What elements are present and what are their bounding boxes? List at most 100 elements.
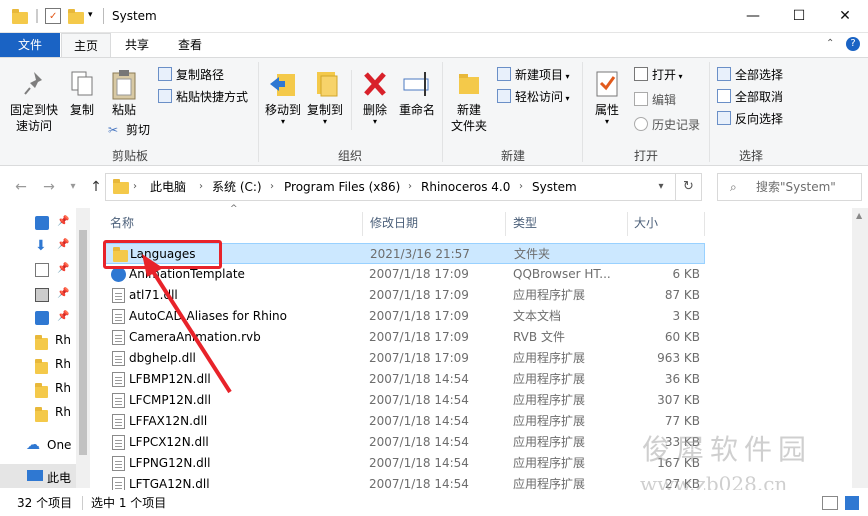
close-button[interactable]: ✕ (822, 0, 868, 32)
breadcrumb-item[interactable]: Rhinoceros 4.0 (421, 178, 510, 196)
edit-button[interactable]: 编辑 (634, 90, 676, 110)
quick-access-dropdown-icon[interactable]: ▾ (88, 10, 104, 26)
nav-scroll-thumb[interactable] (79, 230, 87, 455)
folder-icon (35, 383, 48, 398)
invert-selection-label: 反向选择 (735, 112, 784, 126)
collapse-ribbon-icon[interactable]: ⌃ (826, 38, 834, 49)
cut-label: 剪切 (126, 123, 151, 137)
breadcrumb-item[interactable]: 此电脑 (150, 178, 186, 196)
monitor-icon[interactable] (35, 311, 49, 325)
column-header-type[interactable]: 类型 (513, 208, 537, 238)
copy-icon (66, 68, 98, 100)
new-folder-icon (453, 68, 485, 100)
large-icons-view-icon[interactable] (845, 496, 859, 510)
file-icon (112, 393, 125, 408)
maximize-button[interactable]: ☐ (776, 0, 822, 32)
column-header-name[interactable]: 名称 (110, 208, 134, 238)
nav-item[interactable]: Rh (55, 405, 71, 419)
dropdown-icon: ▾ (280, 117, 285, 126)
select-all-button[interactable]: 全部选择 (717, 65, 783, 85)
item-count: 32 个项目 (17, 496, 73, 510)
back-button[interactable]: ← (12, 178, 30, 196)
paste-shortcut-button[interactable]: 粘贴快捷方式 (158, 87, 248, 107)
file-size: 6 KB (672, 267, 700, 281)
copy-to-label: 复制到 (306, 103, 343, 117)
file-icon (112, 309, 125, 324)
invert-selection-button[interactable]: 反向选择 (717, 109, 783, 129)
rename-button[interactable]: 重命名 (395, 68, 439, 118)
delete-icon (359, 68, 391, 100)
separator (362, 212, 363, 236)
breadcrumb-item[interactable]: System (532, 178, 577, 196)
documents-icon[interactable] (35, 263, 49, 277)
download-icon[interactable]: ⬇ (35, 239, 49, 253)
paste-button[interactable]: 粘贴 (104, 68, 144, 118)
up-button[interactable]: ↑ (87, 178, 105, 196)
column-header-date[interactable]: 修改日期 (370, 208, 418, 238)
nav-item-this-pc[interactable]: 此电 (47, 469, 71, 486)
nav-item[interactable]: Rh (55, 357, 71, 371)
search-box[interactable]: ⌕ 搜索"System" (717, 173, 862, 201)
file-type: 应用程序扩展 (513, 351, 586, 365)
recent-locations-icon[interactable]: ▾ (64, 178, 82, 196)
minimize-button[interactable]: — (730, 0, 776, 32)
address-bar[interactable] (105, 173, 702, 201)
breadcrumb-item[interactable]: 系统 (C:) (212, 178, 262, 196)
history-button[interactable]: 历史记录 (634, 115, 700, 135)
pin-icon: 📌 (57, 239, 70, 250)
new-item-button[interactable]: 新建项目 ▾ (497, 65, 570, 85)
copy-to-button[interactable]: 复制到 ▾ (305, 68, 345, 126)
file-date: 2021/3/16 21:57 (370, 247, 470, 261)
select-none-button[interactable]: 全部取消 (717, 87, 783, 107)
tab-home[interactable]: 主页 (61, 33, 112, 57)
copy-path-button[interactable]: 复制路径 (158, 65, 224, 85)
breadcrumb-item[interactable]: Program Files (x86) (284, 178, 400, 196)
nav-item[interactable]: Rh (55, 381, 71, 395)
copy-button[interactable]: 复制 (64, 68, 100, 118)
pictures-icon[interactable] (35, 288, 49, 302)
ribbon-tabs: 文件 主页 共享 查看 ⌃ ? (0, 33, 868, 57)
help-icon[interactable]: ? (846, 37, 860, 51)
move-to-button[interactable]: 移动到 ▾ (263, 68, 303, 126)
separator (36, 9, 38, 23)
file-name: LFPCX12N.dll (129, 435, 209, 449)
group-label-open: 打开 (633, 149, 658, 163)
new-folder-quick-icon[interactable] (68, 9, 84, 24)
file-row[interactable]: LFPNG12N.dll 2007/1/18 14:54 应用程序扩展 167 KB (103, 453, 705, 474)
forward-button[interactable]: → (40, 178, 58, 196)
scroll-up-icon[interactable]: ▲ (856, 211, 862, 220)
easy-access-button[interactable]: 轻松访问 ▾ (497, 87, 570, 107)
column-header-size[interactable]: 大小 (634, 208, 658, 238)
window-title: System (112, 9, 157, 23)
delete-button[interactable]: 删除 ▾ (357, 68, 393, 126)
new-item-icon (497, 67, 511, 81)
address-dropdown-icon[interactable]: ▾ (652, 178, 670, 196)
file-icon (112, 351, 125, 366)
tab-share[interactable]: 共享 (113, 33, 161, 57)
nav-item-onedrive[interactable]: One (47, 438, 71, 452)
refresh-icon[interactable]: ↻ (675, 174, 701, 200)
paste-icon (108, 68, 140, 100)
folder-icon (35, 335, 48, 350)
nav-item[interactable]: Rh (55, 333, 71, 347)
pin-icon: 📌 (57, 288, 70, 299)
properties-icon (591, 68, 623, 100)
separator (627, 212, 628, 236)
tab-view[interactable]: 查看 (166, 33, 214, 57)
paste-shortcut-label: 粘贴快捷方式 (176, 90, 249, 104)
pin-quick-access-button[interactable]: 固定到快 速访问 (6, 68, 62, 134)
new-folder-button[interactable]: 新建 文件夹 (447, 68, 491, 134)
properties-button[interactable]: 属性 ▾ (588, 68, 626, 126)
file-row[interactable]: LFPCX12N.dll 2007/1/18 14:54 应用程序扩展 33 KB (103, 432, 705, 453)
file-icon (112, 288, 125, 303)
properties-quick-icon[interactable]: ✓ (45, 8, 61, 24)
file-row[interactable]: LFFAX12N.dll 2007/1/18 14:54 应用程序扩展 77 KB (103, 411, 705, 432)
tab-file[interactable]: 文件 (0, 33, 60, 57)
desktop-icon[interactable] (35, 216, 49, 230)
details-view-icon[interactable] (822, 496, 838, 510)
nav-scrollbar[interactable] (76, 208, 90, 488)
dropdown-icon: ▾ (604, 117, 609, 126)
cut-button[interactable]: ✂ 剪切 (108, 120, 150, 140)
open-button[interactable]: 打开 ▾ (634, 65, 683, 85)
file-type: RVB 文件 (513, 330, 565, 344)
